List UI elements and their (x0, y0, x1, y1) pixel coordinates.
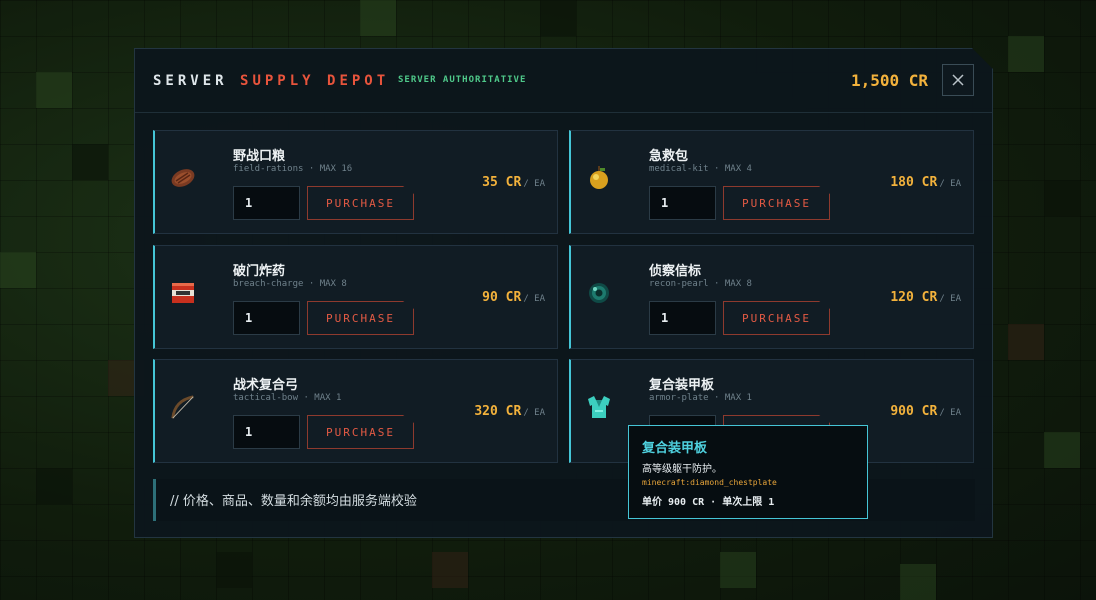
purchase-button[interactable]: PURCHASE (723, 301, 830, 335)
item-tooltip: 复合装甲板 高等级躯干防护。 minecraft:diamond_chestpl… (628, 425, 868, 519)
panel-header: SERVER SUPPLY DEPOT SERVER AUTHORITATIVE… (135, 49, 992, 113)
purchase-button[interactable]: PURCHASE (723, 186, 830, 220)
title-server: SERVER (153, 73, 228, 89)
item-meta: tactical-bow · MAX 1 (233, 393, 342, 403)
purchase-button[interactable]: PURCHASE (307, 186, 414, 220)
item-name: 急救包 (649, 149, 689, 164)
credit-balance: 1,500 CR (850, 71, 928, 90)
tooltip-item-id: minecraft:diamond_chestplate (642, 478, 777, 487)
item-card-breach-charge: 破门炸药 breach-charge · MAX 8 PURCHASE 90 C… (153, 245, 558, 349)
golden-apple-icon (585, 164, 613, 192)
item-card-medical-kit: 急救包 medical-kit · MAX 4 PURCHASE 180 CR/… (569, 130, 974, 234)
item-meta: armor-plate · MAX 1 (649, 393, 752, 403)
item-meta: recon-pearl · MAX 8 (649, 279, 752, 289)
tooltip-description: 高等级躯干防护。 (642, 464, 722, 475)
tooltip-title: 复合装甲板 (642, 441, 708, 456)
quantity-input[interactable] (233, 186, 300, 220)
quantity-input[interactable] (233, 301, 300, 335)
item-price: 900 CR / EA (890, 404, 961, 419)
item-name: 破门炸药 (233, 264, 286, 279)
close-icon (952, 74, 964, 86)
item-card-field-rations: 野战口粮 field-rations · MAX 16 PURCHASE 35 … (153, 130, 558, 234)
close-button[interactable] (942, 64, 974, 96)
item-price: 120 CR / EA (890, 290, 961, 305)
note-text: // 价格、商品、数量和余额均由服务端校验 (170, 494, 417, 509)
item-card-tactical-bow: 战术复合弓 tactical-bow · MAX 1 PURCHASE 320 … (153, 359, 558, 463)
quantity-input[interactable] (233, 415, 300, 449)
item-meta: breach-charge · MAX 8 (233, 279, 347, 289)
item-price: 180 CR / EA (890, 175, 961, 190)
item-name: 侦察信标 (649, 264, 702, 279)
item-price: 35 CR / EA (482, 175, 545, 190)
quantity-input[interactable] (649, 186, 716, 220)
item-meta: medical-kit · MAX 4 (649, 164, 752, 174)
item-name: 复合装甲板 (649, 378, 715, 393)
title-supply-depot: SUPPLY DEPOT (240, 73, 390, 89)
purchase-button[interactable]: PURCHASE (307, 415, 414, 449)
ender-pearl-icon (585, 279, 613, 307)
item-price: 90 CR / EA (482, 290, 545, 305)
authority-badge: SERVER AUTHORITATIVE (398, 75, 527, 85)
diamond-chestplate-icon (585, 393, 613, 421)
item-card-recon-pearl: 侦察信标 recon-pearl · MAX 8 PURCHASE 120 CR… (569, 245, 974, 349)
item-meta: field-rations · MAX 16 (233, 164, 353, 174)
steak-icon (169, 164, 197, 192)
item-name: 野战口粮 (233, 149, 286, 164)
tnt-icon (169, 279, 197, 307)
quantity-input[interactable] (649, 301, 716, 335)
bow-icon (169, 393, 197, 421)
item-name: 战术复合弓 (233, 378, 299, 393)
purchase-button[interactable]: PURCHASE (307, 301, 414, 335)
panel-title: SERVER SUPPLY DEPOT (153, 73, 389, 89)
item-price: 320 CR / EA (474, 404, 545, 419)
tooltip-price-line: 单价 900 CR · 单次上限 1 (642, 497, 775, 508)
